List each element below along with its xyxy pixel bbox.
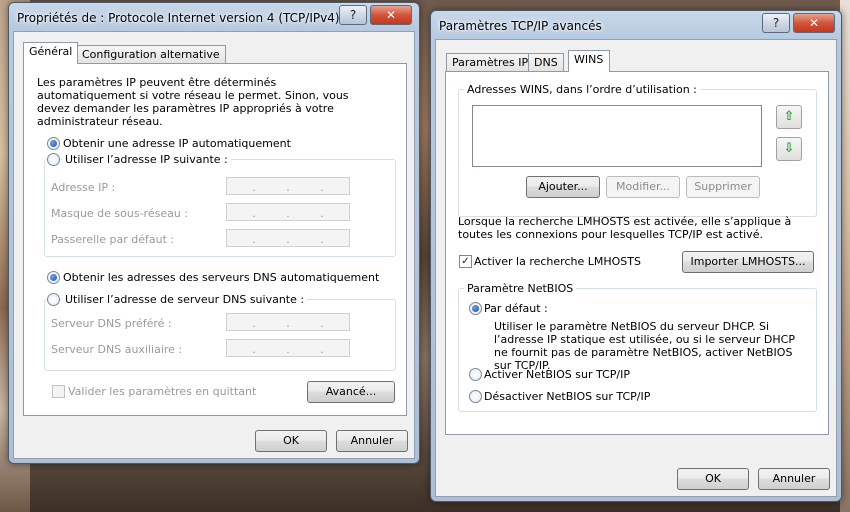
radio-auto-ip-label: Obtenir une adresse IP automatiquement [63, 137, 291, 150]
advanced-tcpip-dialog: Paramètres TCP/IP avancés ? ✕ Paramètres… [430, 10, 842, 502]
gateway-field[interactable]: ... [226, 229, 350, 247]
add-button[interactable]: Ajouter... [526, 176, 600, 198]
general-tab-pane: Les paramètres IP peuvent être déterminé… [23, 63, 407, 416]
tab-ip-settings[interactable]: Paramètres IP [446, 53, 535, 72]
move-down-icon[interactable]: ⇩ [776, 137, 802, 161]
netbios-group-label: Paramètre NetBIOS [464, 282, 577, 295]
lmhosts-checkbox-label: Activer la recherche LMHOSTS [474, 255, 641, 268]
radio-netbios-enable[interactable] [469, 368, 482, 381]
tab-general[interactable]: Général [23, 42, 79, 64]
subnet-mask-field[interactable]: ... [226, 203, 350, 221]
radio-manual-dns[interactable] [47, 293, 60, 306]
dialog-client-area: Paramètres IP DNS WINS Adresses WINS, da… [435, 39, 837, 497]
preferred-dns-label: Serveur DNS préféré : [51, 317, 172, 330]
preferred-dns-field[interactable]: ... [226, 313, 350, 331]
subnet-mask-label: Masque de sous-réseau : [51, 207, 189, 220]
help-button[interactable]: ? [762, 13, 790, 33]
alternate-dns-field[interactable]: ... [226, 339, 350, 357]
manual-dns-group [44, 299, 396, 371]
close-button[interactable]: ✕ [370, 5, 412, 25]
title-bar[interactable]: Paramètres TCP/IP avancés ? ✕ [431, 11, 841, 39]
dialog-title: Paramètres TCP/IP avancés [439, 19, 602, 33]
dialog-title: Propriétés de : Protocole Internet versi… [17, 11, 340, 25]
ok-button[interactable]: OK [255, 430, 327, 452]
gateway-label: Passerelle par défaut : [51, 233, 175, 246]
close-button[interactable]: ✕ [793, 13, 835, 33]
tab-wins[interactable]: WINS [568, 50, 610, 72]
radio-manual-ip-label: Utiliser l’adresse IP suivante : [62, 153, 231, 166]
cancel-button[interactable]: Annuler [758, 468, 830, 490]
radio-netbios-default-label: Par défaut : [484, 302, 548, 315]
ipv4-properties-dialog: Propriétés de : Protocole Internet versi… [8, 2, 420, 464]
netbios-default-description: Utiliser le paramètre NetBIOS du serveur… [494, 320, 795, 372]
radio-netbios-disable-label: Désactiver NetBIOS sur TCP/IP [484, 390, 651, 403]
radio-netbios-enable-label: Activer NetBIOS sur TCP/IP [484, 368, 630, 381]
import-lmhosts-button[interactable]: Importer LMHOSTS... [682, 251, 814, 273]
radio-auto-ip[interactable] [47, 137, 60, 150]
intro-text: Les paramètres IP peuvent être déterminé… [37, 76, 349, 128]
tab-alternate-config[interactable]: Configuration alternative [76, 45, 226, 64]
validate-on-exit-checkbox[interactable] [52, 385, 65, 398]
radio-netbios-disable[interactable] [469, 390, 482, 403]
ip-address-label: Adresse IP : [51, 181, 116, 194]
ip-address-field[interactable]: ... [226, 177, 350, 195]
ok-button[interactable]: OK [677, 468, 749, 490]
dialog-client-area: Général Configuration alternative Les pa… [13, 31, 415, 459]
remove-button[interactable]: Supprimer [686, 176, 760, 198]
radio-manual-ip[interactable] [47, 153, 60, 166]
wins-group-label: Adresses WINS, dans l’ordre d’utilisatio… [464, 83, 700, 96]
advanced-button[interactable]: Avancé... [307, 381, 395, 403]
radio-auto-dns-label: Obtenir les adresses des serveurs DNS au… [63, 271, 380, 284]
validate-on-exit-label: Valider les paramètres en quittant [68, 385, 257, 398]
wins-address-list[interactable] [472, 105, 762, 167]
wins-tab-pane: Adresses WINS, dans l’ordre d’utilisatio… [445, 71, 829, 435]
radio-auto-dns[interactable] [47, 271, 60, 284]
edit-button[interactable]: Modifier... [606, 176, 680, 198]
move-up-icon[interactable]: ⇧ [776, 105, 802, 129]
radio-netbios-default[interactable] [469, 302, 482, 315]
lmhosts-description: Lorsque la recherche LMHOSTS est activée… [458, 215, 792, 241]
title-bar[interactable]: Propriétés de : Protocole Internet versi… [9, 3, 419, 31]
lmhosts-checkbox[interactable]: ✓ [459, 255, 472, 268]
tab-dns[interactable]: DNS [528, 53, 564, 72]
radio-manual-dns-label: Utiliser l’adresse de serveur DNS suivan… [62, 293, 308, 306]
cancel-button[interactable]: Annuler [336, 430, 408, 452]
alternate-dns-label: Serveur DNS auxiliaire : [51, 343, 183, 356]
help-button[interactable]: ? [339, 5, 367, 25]
